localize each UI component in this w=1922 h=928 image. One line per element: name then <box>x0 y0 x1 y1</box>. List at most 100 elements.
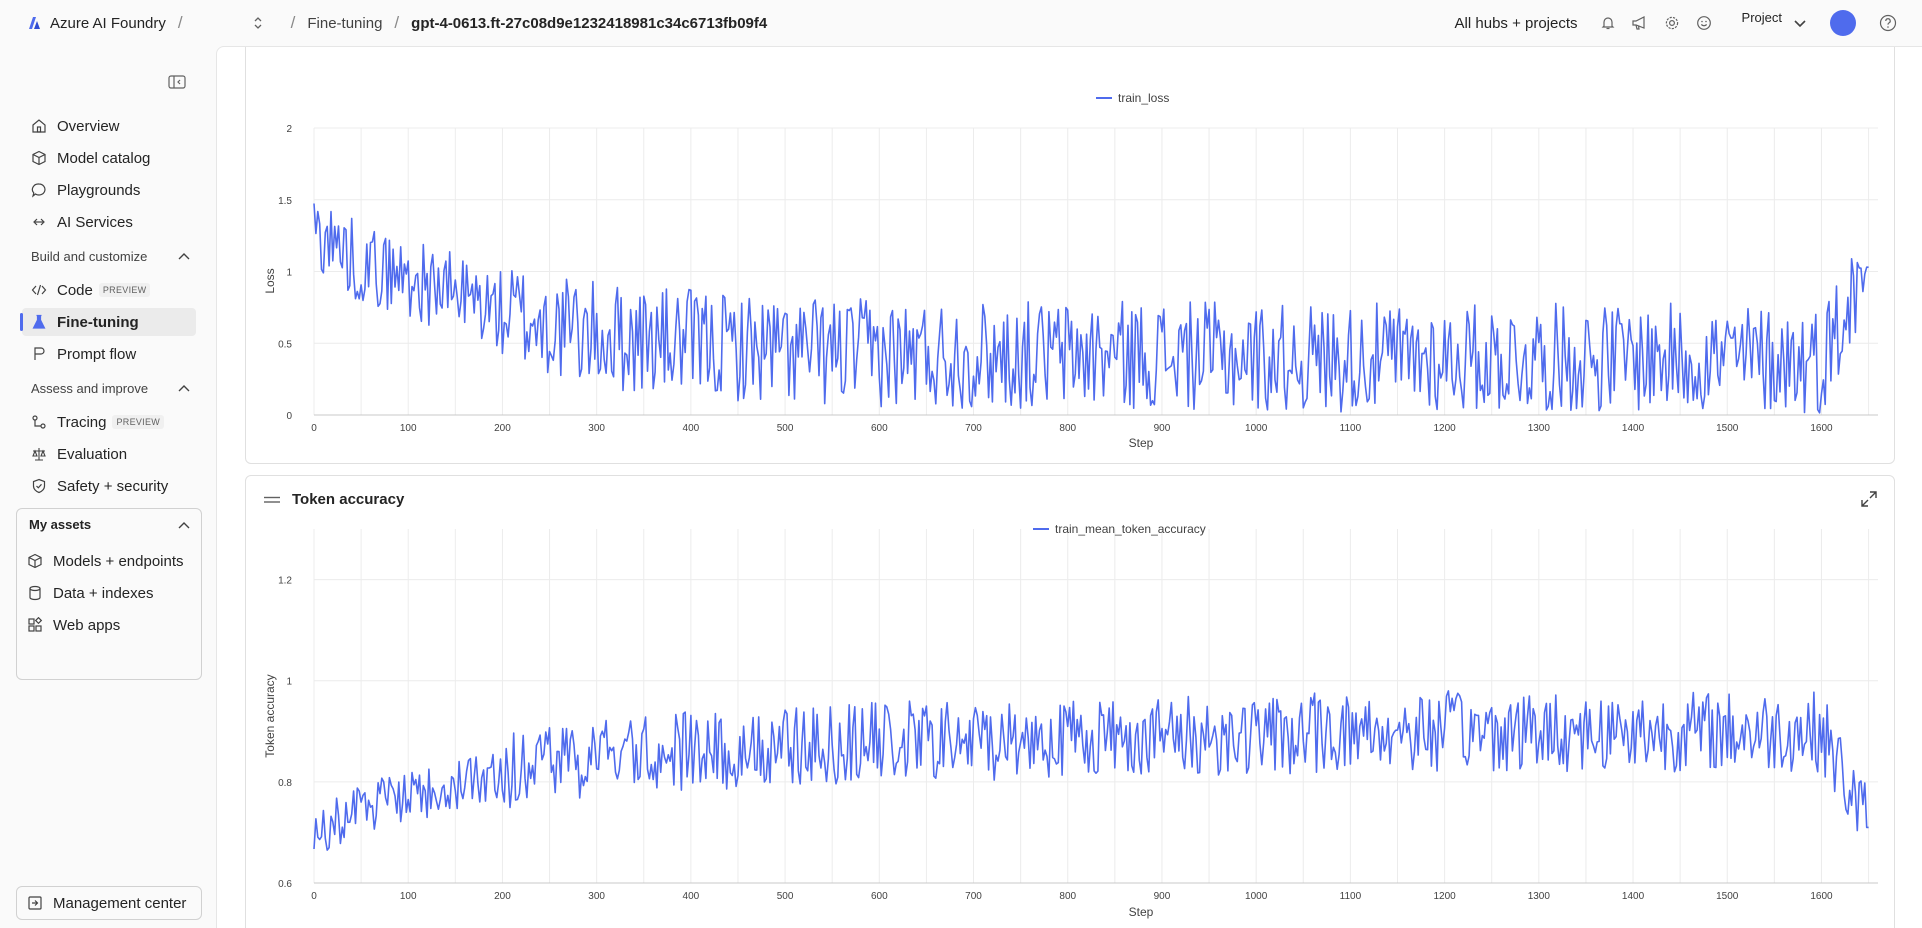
chevron-down-icon[interactable] <box>1792 15 1808 31</box>
sidebar-item-label: Playgrounds <box>57 181 141 199</box>
database-icon <box>27 585 43 601</box>
sidebar-item-label: Model catalog <box>57 149 151 167</box>
x-tick-label: 500 <box>777 891 794 902</box>
chevron-up-icon <box>178 385 190 392</box>
smiley-icon[interactable] <box>1694 13 1714 33</box>
cube-icon <box>31 150 47 166</box>
x-tick-label: 300 <box>588 423 605 434</box>
collapse-sidebar-icon[interactable] <box>168 74 186 90</box>
sidebar: Overview Model catalog Playgrounds AI Se… <box>0 46 216 928</box>
section-assess-and-improve[interactable]: Assess and improve <box>31 376 191 400</box>
project-label[interactable]: Project <box>1742 10 1782 25</box>
brand[interactable]: Azure AI Foundry <box>26 15 166 32</box>
x-axis-label: Step <box>1129 905 1154 919</box>
sidebar-item-model-catalog[interactable]: Model catalog <box>22 144 196 172</box>
series-train-mean-token-accuracy[interactable] <box>313 690 1869 851</box>
x-tick-label: 600 <box>871 891 888 902</box>
y-axis-label: Loss <box>263 268 277 293</box>
sidebar-item-label: Models + endpoints <box>53 552 184 570</box>
code-icon <box>31 282 47 298</box>
all-hubs-link[interactable]: All hubs + projects <box>1455 15 1578 32</box>
breadcrumb-current-model: gpt-4-0613.ft-27c08d9e1232418981c34c6713… <box>411 14 768 32</box>
sidebar-item-label: Fine-tuning <box>57 313 139 331</box>
gear-icon[interactable] <box>1662 13 1682 33</box>
x-tick-label: 1600 <box>1810 423 1833 434</box>
legend-train-loss[interactable]: train_loss <box>1118 91 1169 105</box>
sidebar-item-models-endpoints[interactable]: Models + endpoints <box>27 547 193 575</box>
y-tick-label: 1 <box>286 268 292 279</box>
x-tick-label: 400 <box>683 891 700 902</box>
x-tick-label: 1100 <box>1340 891 1362 902</box>
chevron-up-icon <box>178 253 190 260</box>
management-center-label: Management center <box>53 894 187 912</box>
flask-icon <box>31 314 47 330</box>
sidebar-item-evaluation[interactable]: Evaluation <box>22 440 196 468</box>
y-tick-label: 0.6 <box>278 879 292 890</box>
sidebar-item-tracing[interactable]: Tracing PREVIEW <box>22 408 196 436</box>
x-tick-label: 1500 <box>1716 423 1739 434</box>
y-axis-label: Token accuracy <box>263 674 277 757</box>
sidebar-item-data-indexes[interactable]: Data + indexes <box>27 579 193 607</box>
y-tick-label: 1.2 <box>278 576 292 587</box>
top-bar: Azure AI Foundry / / Fine-tuning / gpt-4… <box>0 0 1922 46</box>
x-tick-label: 200 <box>494 423 511 434</box>
y-tick-label: 0.5 <box>278 339 292 350</box>
breadcrumb-separator: / <box>177 13 183 32</box>
sidebar-item-fine-tuning[interactable]: Fine-tuning <box>20 308 196 336</box>
sidebar-item-playgrounds[interactable]: Playgrounds <box>22 176 196 204</box>
sidebar-item-label: Overview <box>57 117 120 135</box>
shield-icon <box>31 478 47 494</box>
x-tick-label: 1500 <box>1716 891 1739 902</box>
home-icon <box>31 118 47 134</box>
series-train-loss[interactable] <box>313 203 1869 414</box>
help-icon[interactable] <box>1878 13 1898 33</box>
breadcrumb-fine-tuning[interactable]: Fine-tuning <box>307 15 382 32</box>
x-tick-label: 200 <box>494 891 511 902</box>
bell-icon[interactable] <box>1598 13 1618 33</box>
breadcrumb-separator: / <box>290 13 296 32</box>
cube-icon <box>27 553 43 569</box>
sidebar-item-label: Tracing <box>57 413 107 431</box>
sidebar-item-web-apps[interactable]: Web apps <box>27 611 193 639</box>
preview-badge: PREVIEW <box>98 283 151 297</box>
tracing-icon <box>31 414 47 430</box>
x-tick-label: 0 <box>311 891 317 902</box>
x-tick-label: 1400 <box>1622 891 1645 902</box>
sidebar-item-safety-security[interactable]: Safety + security <box>22 472 196 500</box>
x-tick-label: 1400 <box>1622 423 1645 434</box>
sign-in-icon <box>28 896 42 910</box>
flow-icon <box>31 346 47 362</box>
azure-logo-icon <box>29 17 40 29</box>
project-switcher-icon[interactable] <box>249 14 267 32</box>
x-tick-label: 700 <box>965 423 982 434</box>
sidebar-item-label: Prompt flow <box>57 345 137 363</box>
sidebar-item-prompt-flow[interactable]: Prompt flow <box>22 340 196 368</box>
sidebar-item-overview[interactable]: Overview <box>22 112 196 140</box>
x-tick-label: 1600 <box>1810 891 1833 902</box>
x-tick-label: 0 <box>311 423 317 434</box>
sidebar-item-label: Code <box>57 281 93 299</box>
my-assets-title: My assets <box>29 517 92 532</box>
chevron-up-icon <box>178 521 190 528</box>
x-tick-label: 1000 <box>1245 891 1268 902</box>
x-tick-label: 900 <box>1154 891 1171 902</box>
section-build-and-customize[interactable]: Build and customize <box>31 244 191 268</box>
management-center-button[interactable]: Management center <box>16 886 202 920</box>
scale-icon <box>31 446 47 462</box>
link-icon <box>31 214 47 230</box>
sidebar-item-label: Web apps <box>53 616 121 634</box>
sidebar-item-ai-services[interactable]: AI Services <box>22 208 196 236</box>
x-tick-label: 1200 <box>1433 423 1456 434</box>
megaphone-icon[interactable] <box>1630 13 1650 33</box>
legend-train-mean-token-accuracy[interactable]: train_mean_token_accuracy <box>1055 522 1206 536</box>
my-assets-panel: My assets Models + endpoints Data + inde… <box>16 508 202 680</box>
section-label: Build and customize <box>31 248 148 264</box>
x-tick-label: 100 <box>400 423 417 434</box>
apps-icon <box>27 617 43 633</box>
my-assets-header[interactable]: My assets <box>29 517 191 532</box>
avatar[interactable] <box>1830 10 1856 36</box>
loss-chart: train_loss Loss Step 0 0.5 1 1.5 2 0 100 200 30… <box>263 91 1878 450</box>
breadcrumb-separator: / <box>394 13 400 32</box>
sidebar-item-code[interactable]: Code PREVIEW <box>22 276 196 304</box>
chat-icon <box>31 182 47 198</box>
